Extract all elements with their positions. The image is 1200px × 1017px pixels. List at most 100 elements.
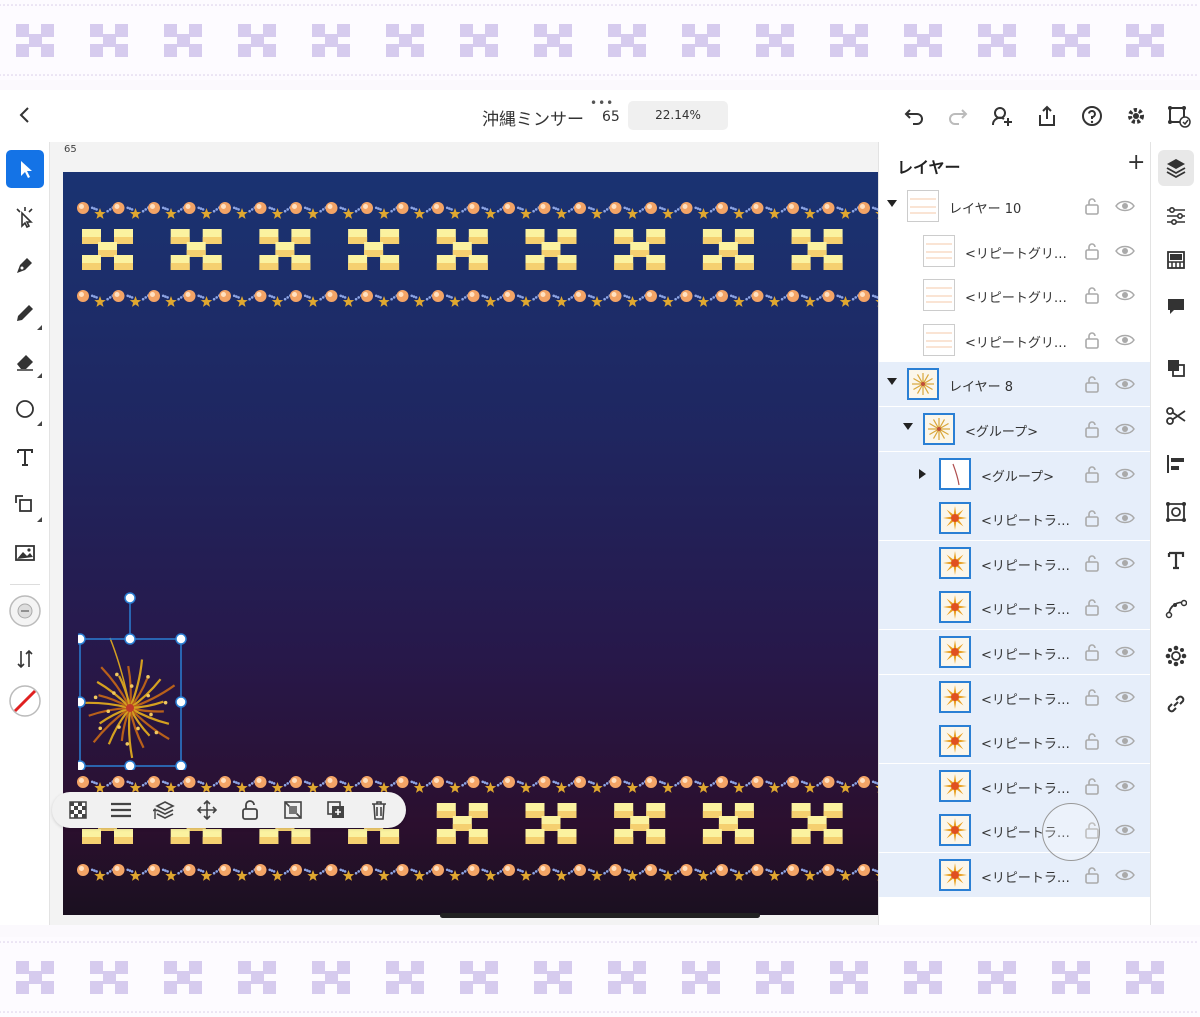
settings-button[interactable]	[1124, 104, 1148, 128]
add-layer-button[interactable]: +	[1127, 150, 1145, 175]
image-tool[interactable]	[6, 534, 44, 572]
unlock-icon[interactable]	[1083, 776, 1101, 796]
links-panel-button[interactable]	[1158, 686, 1194, 722]
pathfinder-panel-button[interactable]	[1158, 350, 1194, 386]
unlock-icon[interactable]	[1083, 731, 1101, 751]
path-panel-button[interactable]	[1158, 590, 1194, 626]
pencil-tool[interactable]	[6, 294, 44, 332]
layer-row[interactable]: <リピートラ…	[879, 540, 1150, 585]
unlock-icon[interactable]	[1083, 687, 1101, 707]
text-icon	[17, 449, 33, 466]
expand-arrow-down-icon[interactable]	[887, 200, 897, 207]
layer-row[interactable]: レイヤー 10	[879, 184, 1150, 228]
eye-icon[interactable]	[1115, 689, 1135, 705]
eye-icon[interactable]	[1115, 867, 1135, 883]
layer-row[interactable]: <リピートラ…	[879, 853, 1150, 897]
eye-icon[interactable]	[1115, 822, 1135, 838]
unlock-icon[interactable]	[1083, 196, 1101, 216]
expand-arrow-down-icon[interactable]	[903, 423, 913, 430]
layer-row[interactable]: レイヤー 8	[879, 362, 1150, 407]
eye-icon[interactable]	[1115, 332, 1135, 348]
unlock-icon[interactable]	[1083, 508, 1101, 528]
unlock-icon[interactable]	[1083, 285, 1101, 305]
layer-row[interactable]: <リピートラ…	[879, 585, 1150, 630]
unlock-icon[interactable]	[1083, 374, 1101, 394]
properties-panel-button[interactable]	[1158, 198, 1194, 234]
layer-row[interactable]: <リピートラ…	[879, 719, 1150, 764]
pen-tool[interactable]	[6, 246, 44, 284]
invite-button[interactable]	[990, 104, 1014, 128]
duplicate-button[interactable]	[324, 798, 348, 822]
unlock-icon[interactable]	[1083, 865, 1101, 885]
more-options-icon[interactable]: •••	[590, 97, 614, 109]
libraries-panel-button[interactable]	[1158, 242, 1194, 278]
layer-row[interactable]: <リピートラ…	[879, 763, 1150, 808]
unlock-icon[interactable]	[1083, 597, 1101, 617]
layer-row[interactable]: <リピートラ…	[879, 674, 1150, 719]
eraser-tool[interactable]	[6, 342, 44, 380]
fill-swatch[interactable]	[6, 682, 44, 720]
repeat-panel-button[interactable]	[1158, 638, 1194, 674]
expand-arrow-down-icon[interactable]	[887, 378, 897, 386]
layer-row[interactable]: <リピートグリ…	[879, 318, 1150, 362]
unlock-icon[interactable]	[1083, 464, 1101, 484]
scissors-tool-button[interactable]	[1158, 398, 1194, 434]
align-panel-button[interactable]	[1158, 446, 1194, 482]
layer-name: <リピートラ…	[981, 603, 1070, 619]
transform-tool[interactable]	[6, 486, 44, 524]
swap-fill-stroke-button[interactable]	[6, 640, 44, 678]
direct-selection-tool[interactable]	[6, 198, 44, 236]
unlock-icon[interactable]	[1083, 330, 1101, 350]
move-button[interactable]	[195, 798, 219, 822]
eye-icon[interactable]	[1115, 733, 1135, 749]
eye-icon[interactable]	[1115, 198, 1135, 214]
share-button[interactable]	[1035, 104, 1059, 128]
help-button[interactable]	[1080, 104, 1104, 128]
eye-icon[interactable]	[1115, 243, 1135, 259]
canvas-area[interactable]: 65	[50, 142, 878, 925]
eye-icon[interactable]	[1115, 466, 1135, 482]
eye-icon[interactable]	[1115, 644, 1135, 660]
unlock-icon[interactable]	[1083, 241, 1101, 261]
selected-firework-object[interactable]	[74, 590, 190, 774]
eye-icon[interactable]	[1115, 421, 1135, 437]
lock-button[interactable]	[238, 798, 262, 822]
eye-icon[interactable]	[1115, 599, 1135, 615]
layer-row[interactable]: <リピートグリ…	[879, 273, 1150, 317]
shape-tool[interactable]	[6, 390, 44, 428]
unlock-icon[interactable]	[1083, 553, 1101, 573]
type-tool[interactable]	[6, 438, 44, 476]
selection-tool[interactable]	[6, 150, 44, 188]
zoom-level[interactable]: 22.14%	[628, 101, 728, 130]
cloud-sync-button[interactable]	[1166, 104, 1191, 128]
expand-arrow-right-icon[interactable]	[919, 468, 926, 479]
undo-button[interactable]	[902, 104, 926, 128]
comments-panel-button[interactable]	[1158, 288, 1194, 324]
eye-icon[interactable]	[1115, 287, 1135, 303]
document-title[interactable]: 沖縄ミンサー	[482, 105, 584, 130]
eye-icon[interactable]	[1115, 555, 1135, 571]
touch-shortcut-circle[interactable]	[1042, 803, 1100, 861]
layer-row[interactable]: <リピートラ…	[879, 496, 1150, 541]
character-panel-button[interactable]	[1158, 542, 1194, 578]
hide-button[interactable]	[281, 798, 305, 822]
eye-icon[interactable]	[1115, 778, 1135, 794]
unlock-icon[interactable]	[1083, 419, 1101, 439]
eye-icon[interactable]	[1115, 376, 1135, 392]
arrange-button[interactable]	[152, 798, 176, 822]
eye-icon[interactable]	[1115, 510, 1135, 526]
back-button[interactable]	[14, 104, 36, 126]
unlock-icon[interactable]	[1083, 642, 1101, 662]
layer-row[interactable]: <リピートグリ…	[879, 229, 1150, 273]
layer-row[interactable]: <グループ>	[879, 407, 1150, 451]
layers-panel-button[interactable]	[1158, 150, 1194, 186]
stroke-swatch[interactable]	[6, 592, 44, 630]
opacity-button[interactable]	[66, 798, 90, 822]
layer-row[interactable]: <リピートラ…	[879, 808, 1150, 853]
align-menu-button[interactable]	[109, 798, 133, 822]
redo-button[interactable]	[946, 104, 970, 128]
layer-row[interactable]: <リピートラ…	[879, 630, 1150, 674]
image-trace-button[interactable]	[1158, 494, 1194, 530]
layer-row[interactable]: <グループ>	[879, 451, 1150, 496]
delete-button[interactable]	[367, 798, 391, 822]
